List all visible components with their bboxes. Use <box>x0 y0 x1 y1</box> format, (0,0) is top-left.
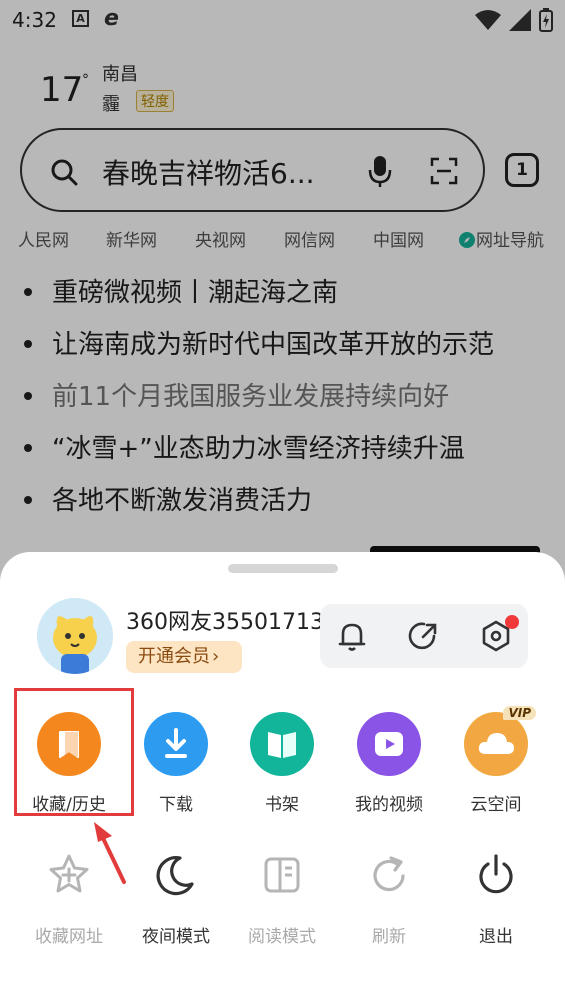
notification-dot <box>505 615 519 629</box>
reader-icon <box>250 844 314 908</box>
cloud-icon: VIP <box>464 706 536 776</box>
header-actions <box>320 604 528 668</box>
download-icon <box>144 712 208 776</box>
video-icon <box>357 712 421 776</box>
mascot-avatar-icon <box>37 598 113 674</box>
open-vip-label: 开通会员 <box>138 646 210 667</box>
menu-item-cloud-space[interactable]: VIP 云空间 <box>446 706 546 815</box>
menu-item-bookmark-url[interactable]: 收藏网址 <box>19 844 119 947</box>
menu-item-night-mode[interactable]: 夜间模式 <box>126 844 226 947</box>
menu-item-label: 退出 <box>479 927 513 947</box>
menu-item-label: 夜间模式 <box>142 927 210 947</box>
avatar[interactable] <box>37 598 113 674</box>
menu-item-label: 收藏网址 <box>35 927 103 947</box>
book-icon <box>250 712 314 776</box>
highlight-annotation-box <box>14 688 134 816</box>
menu-item-label: 云空间 <box>470 795 522 815</box>
menu-item-download[interactable]: 下载 <box>126 712 226 815</box>
menu-item-label: 书架 <box>265 795 299 815</box>
menu-item-refresh[interactable]: 刷新 <box>339 844 439 947</box>
open-vip-button[interactable]: 开通会员 › <box>126 641 242 673</box>
menu-item-bookshelf[interactable]: 书架 <box>232 712 332 815</box>
moon-icon <box>144 844 208 908</box>
menu-item-label: 我的视频 <box>355 795 423 815</box>
refresh-icon <box>357 844 421 908</box>
power-icon <box>464 844 528 908</box>
bell-icon[interactable] <box>334 618 370 654</box>
vip-tag: VIP <box>503 706 536 720</box>
menu-item-label: 下载 <box>159 795 193 815</box>
menu-item-exit[interactable]: 退出 <box>446 844 546 947</box>
chevron-right-icon: › <box>212 646 220 667</box>
menu-item-label: 刷新 <box>372 927 406 947</box>
star-icon <box>37 844 101 908</box>
menu-item-reading-mode[interactable]: 阅读模式 <box>232 844 332 947</box>
menu-item-my-videos[interactable]: 我的视频 <box>339 712 439 815</box>
menu-item-label: 阅读模式 <box>248 927 316 947</box>
sheet-handle[interactable] <box>228 564 338 573</box>
username[interactable]: 360网友35501713 <box>126 604 326 636</box>
menu-bottom-sheet: 360网友35501713 开通会员 › 收藏/历史 下载 书架 我的视频 VI… <box>0 552 565 1004</box>
share-icon[interactable] <box>406 618 442 654</box>
